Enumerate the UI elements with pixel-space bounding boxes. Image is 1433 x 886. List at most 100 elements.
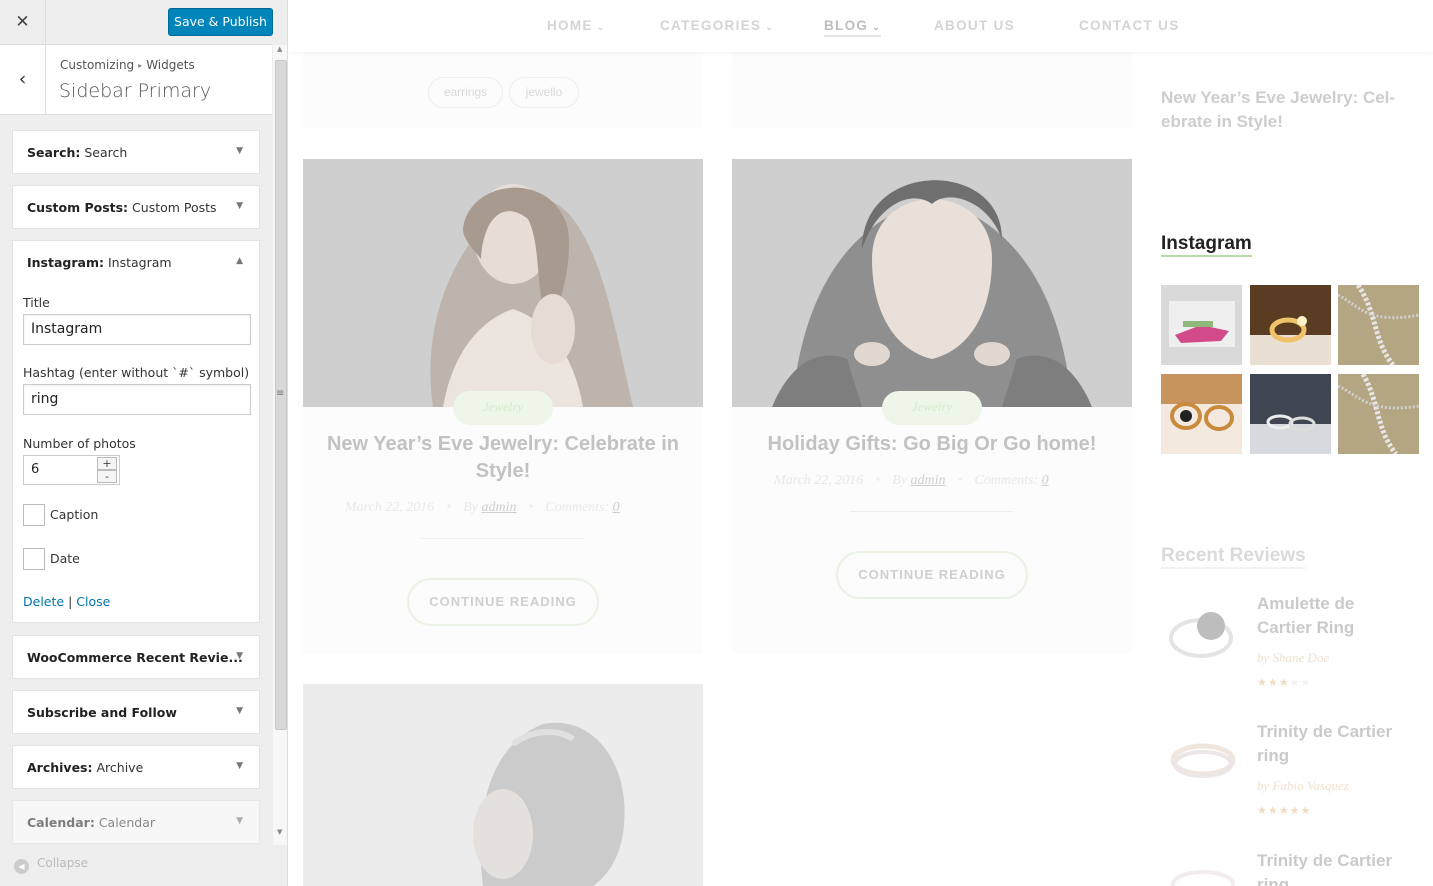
chevron-down-icon: ⌄ <box>765 22 775 32</box>
widget-type: WooCommerce Recent Revie... <box>27 650 243 665</box>
post-meta: March 22, 2016 • By admin • Comments: 0 <box>345 500 620 515</box>
review-product-name[interactable]: Amulette de Cartier Ring <box>1257 592 1397 640</box>
instagram-photo[interactable] <box>1250 374 1331 454</box>
widget-archives[interactable]: Archives: Archive ▼ <box>12 745 260 789</box>
breadcrumb-separator: ▸ <box>138 61 143 70</box>
instagram-photo[interactable] <box>1161 285 1242 365</box>
widget-subscribe-follow[interactable]: Subscribe and Follow ▼ <box>12 690 260 734</box>
instagram-photo[interactable] <box>1161 374 1242 454</box>
main-navigation: HOME ⌄ CATEGORIES ⌄ BLOG ⌄ ABOUT US CONTACT… <box>289 0 1433 52</box>
title-input[interactable]: Instagram <box>23 314 251 345</box>
nav-blog-label: BLOG <box>824 18 869 33</box>
post-author-link[interactable]: admin <box>481 500 516 515</box>
widget-instagram[interactable]: Instagram: Instagram ▲ <box>12 240 260 284</box>
caret-down-icon[interactable]: ▼ <box>236 816 243 826</box>
post-image[interactable] <box>303 159 703 407</box>
hashtag-input[interactable]: ring <box>23 384 251 415</box>
post-title[interactable]: New Year’s Eve Jewelry: Celebrate in Sty… <box>323 431 683 485</box>
nav-contact-us[interactable]: CONTACT US <box>1079 18 1180 33</box>
post-by: By <box>892 473 907 488</box>
customizer-sidebar: ✕ Save & Publish ‹ Customizing ▸ Widgets S… <box>0 0 288 886</box>
post-author-link[interactable]: admin <box>910 473 945 488</box>
post-image[interactable] <box>303 684 703 886</box>
tag-earrings[interactable]: earrings <box>428 77 503 108</box>
widget-custom-posts[interactable]: Custom Posts: Custom Posts ▼ <box>12 185 260 229</box>
review-author: by Fabio Vasquez <box>1257 778 1349 794</box>
caption-checkbox[interactable] <box>23 504 45 526</box>
review-product-name[interactable]: Trinity de Cartier ring <box>1257 849 1397 886</box>
category-badge[interactable]: Jewelry <box>882 391 982 425</box>
sidebar-custom-post-title[interactable]: New Year’s Eve Jewelry: Cel-ebrate in St… <box>1161 86 1423 134</box>
post-image[interactable] <box>732 159 1132 407</box>
instagram-photo[interactable] <box>1338 285 1419 365</box>
caret-down-icon[interactable]: ▼ <box>236 146 243 156</box>
widget-name: Search <box>84 145 128 160</box>
resize-grip-icon[interactable]: ≡ <box>276 388 284 399</box>
nav-about-us[interactable]: ABOUT US <box>934 18 1015 33</box>
review-product-name[interactable]: Trinity de Cartier ring <box>1257 720 1397 768</box>
nav-blog[interactable]: BLOG ⌄ <box>824 18 882 37</box>
close-icon[interactable]: ✕ <box>0 0 46 45</box>
collapse-button[interactable]: ◀ Collapse <box>14 856 88 874</box>
post-comments-label: Comments: <box>974 473 1039 488</box>
instagram-photo-graphic <box>1338 374 1419 454</box>
save-publish-button[interactable]: Save & Publish <box>168 8 273 36</box>
nav-home[interactable]: HOME ⌄ <box>547 18 606 33</box>
decrement-button[interactable]: - <box>97 470 117 483</box>
recent-reviews-title: Recent Reviews <box>1161 545 1306 569</box>
tag-jewello[interactable]: jewello <box>509 77 579 108</box>
star-rating: ★★★★★ <box>1257 677 1312 689</box>
delete-link[interactable]: Delete <box>23 594 64 609</box>
review-author: by Shane Doe <box>1257 650 1329 666</box>
post-title[interactable]: Holiday Gifts: Go Big Or Go home! <box>752 431 1112 458</box>
caret-down-icon[interactable]: ▼ <box>236 651 243 661</box>
panel-title: Sidebar Primary <box>59 80 212 102</box>
ring-image-graphic <box>1170 743 1236 778</box>
post-date: March 22, 2016 <box>345 500 435 515</box>
widget-name: Custom Posts <box>132 200 217 215</box>
nav-categories-label: CATEGORIES <box>660 18 762 33</box>
caret-down-icon[interactable]: ▼ <box>236 761 243 771</box>
instagram-photo-graphic <box>1250 374 1331 454</box>
review-product-image[interactable] <box>1167 726 1241 801</box>
divider <box>850 511 1013 512</box>
date-checkbox[interactable] <box>23 548 45 570</box>
link-separator: | <box>68 594 73 609</box>
close-link[interactable]: Close <box>76 594 110 609</box>
caret-up-icon[interactable]: ▲ <box>236 256 243 266</box>
instagram-photo[interactable] <box>1338 374 1419 454</box>
continue-reading-button[interactable]: CONTINUE READING <box>407 578 599 626</box>
review-product-image[interactable] <box>1167 860 1241 886</box>
widget-type: Subscribe and Follow <box>27 705 177 720</box>
scroll-down-arrow-icon[interactable]: ▼ <box>277 828 282 836</box>
post-image-graphic <box>303 684 703 886</box>
review-product-image[interactable] <box>1167 596 1241 671</box>
nav-categories[interactable]: CATEGORIES ⌄ <box>660 18 774 33</box>
continue-reading-button[interactable]: CONTINUE READING <box>836 551 1028 599</box>
collapse-arrow-icon: ◀ <box>14 859 29 874</box>
widget-woocommerce-recent-reviews[interactable]: WooCommerce Recent Revie... ▼ <box>12 635 260 679</box>
instagram-photo-graphic <box>1338 285 1419 365</box>
increment-button[interactable]: + <box>97 457 117 470</box>
breadcrumb: Customizing ▸ Widgets <box>60 58 195 72</box>
post-card-partial <box>303 684 703 886</box>
panel-title-bar: ‹ Customizing ▸ Widgets Sidebar Primary <box>0 45 272 115</box>
date-label: Date <box>50 551 80 566</box>
post-card-partial: earrings jewello <box>303 52 703 129</box>
post-image-graphic <box>303 159 703 407</box>
post-comments-label: Comments: <box>545 500 610 515</box>
post-comments-link[interactable]: 0 <box>1042 473 1049 488</box>
category-badge[interactable]: Jewelry <box>453 391 553 425</box>
post-comments-link[interactable]: 0 <box>613 500 620 515</box>
caret-down-icon[interactable]: ▼ <box>236 706 243 716</box>
caret-down-icon[interactable]: ▼ <box>236 201 243 211</box>
back-arrow-icon[interactable]: ‹ <box>0 45 46 114</box>
instagram-photo[interactable] <box>1250 285 1331 365</box>
widget-calendar[interactable]: Calendar: Calendar ▼ <box>12 800 260 844</box>
chevron-down-icon: ⌄ <box>872 22 882 32</box>
photos-label: Number of photos <box>23 436 136 451</box>
widget-type: Search: <box>27 145 81 160</box>
widget-name: Archive <box>96 760 144 775</box>
widget-search[interactable]: Search: Search ▼ <box>12 130 260 174</box>
scroll-up-arrow-icon[interactable]: ▲ <box>277 45 282 53</box>
